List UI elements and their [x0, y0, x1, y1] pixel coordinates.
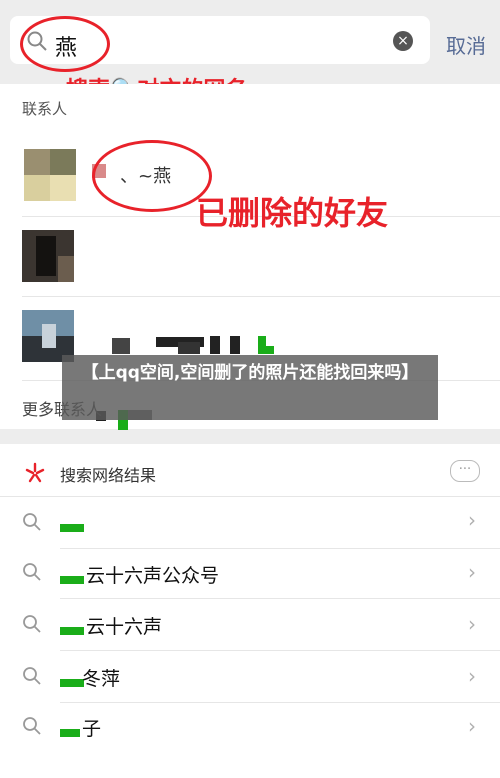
search-icon — [23, 563, 41, 581]
avatar[interactable] — [24, 149, 76, 201]
chevron-right-icon: › — [468, 508, 476, 532]
annotation-circle-friend — [92, 140, 212, 212]
search-icon — [23, 667, 41, 685]
overlay-title-banner: 【上qq空间,空间删了的照片还能找回来吗】 — [62, 355, 438, 420]
chevron-right-icon: › — [468, 560, 476, 584]
network-results-card: 搜索网络结果 ··· › 云十六声公众号 › 云十六声 › 冬萍 › 子 › — [0, 444, 500, 778]
clear-icon[interactable]: × — [393, 31, 413, 51]
annotation-circle-query — [20, 16, 110, 72]
chevron-right-icon: › — [468, 714, 476, 738]
search-icon — [23, 513, 41, 531]
avatar[interactable] — [22, 230, 74, 282]
contacts-section-label: 联系人 — [22, 100, 68, 118]
search-icon — [23, 717, 41, 735]
chevron-right-icon: › — [468, 664, 476, 688]
annotation-deleted-friend: 已删除的好友 — [196, 194, 389, 232]
chevron-right-icon: › — [468, 612, 476, 636]
network-search-icon — [25, 462, 45, 483]
more-options-icon[interactable]: ··· — [450, 460, 480, 482]
network-results-label: 搜索网络结果 — [60, 466, 157, 485]
cancel-button[interactable]: 取消 — [446, 30, 486, 59]
search-icon — [23, 615, 41, 633]
